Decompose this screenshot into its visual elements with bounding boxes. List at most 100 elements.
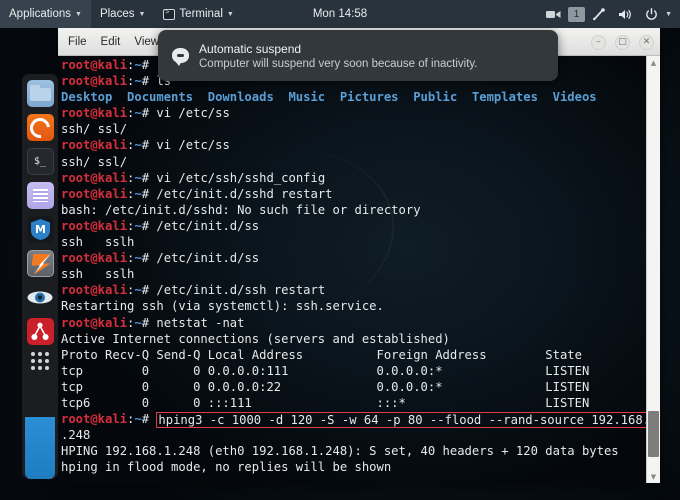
prompt-user: root@kali <box>61 283 128 298</box>
grid-dot <box>45 359 49 363</box>
prompt-user: root@kali <box>61 186 128 201</box>
notification-popup[interactable]: Automatic suspend Computer will suspend … <box>158 30 558 81</box>
prompt-hash: # <box>141 58 150 72</box>
terminal-command-line: root@kali:~# /etc/init.d/ss <box>61 218 646 234</box>
prompt-path: ~ <box>134 186 142 201</box>
desktop-root: Applications ▼ Places ▼ Terminal ▼ Mon 1… <box>0 0 680 500</box>
terminal-output-line: ssh/ ssl/ <box>61 154 128 169</box>
scrollbar-thumb[interactable] <box>648 411 659 457</box>
terminal-canvas[interactable]: root@kali:~# root@kali:~# ls Desktop Docum… <box>58 56 660 483</box>
grid-dot <box>38 352 42 356</box>
workspace-indicator[interactable]: 1 <box>568 6 586 22</box>
terminal-output-line: bash: /etc/init.d/sshd: No such file or … <box>61 202 421 217</box>
maximize-button[interactable]: □ <box>615 34 630 50</box>
menu-item-edit[interactable]: Edit <box>101 36 121 48</box>
chevron-down-icon: ▼ <box>75 10 82 18</box>
dock-item-maltego[interactable] <box>26 318 54 345</box>
notification-body: Computer will suspend very soon because … <box>199 57 478 70</box>
network-icon[interactable] <box>587 6 611 23</box>
highlighted-command: hping3 -c 1000 -d 120 -S -w 64 -p 80 --f… <box>156 412 660 429</box>
minimize-button[interactable]: – <box>591 34 606 50</box>
dock-item-text-editor[interactable] <box>26 182 54 209</box>
places-menu-label: Places <box>99 8 135 20</box>
terminal-command-line: root@kali:~# vi /etc/ss <box>61 105 646 121</box>
scroll-down-arrow-icon[interactable]: ▼ <box>647 470 660 483</box>
prompt-path: ~ <box>134 138 142 153</box>
terminal-output-line: .248 <box>61 428 91 443</box>
prompt-user: root@kali <box>61 106 128 121</box>
prompt-hash: # <box>141 170 150 185</box>
prompt-hash: # <box>141 412 150 427</box>
menu-item-file[interactable]: File <box>68 36 87 48</box>
window-menubar: File Edit View <box>68 28 159 56</box>
prompt-path: ~ <box>134 218 142 233</box>
grid-dot <box>45 366 49 370</box>
terminal-command-line: root@kali:~# vi /etc/ss <box>61 137 646 153</box>
prompt-path: ~ <box>134 58 142 72</box>
terminal-command: /etc/init.d/ssh restart <box>149 283 326 298</box>
top-panel: Applications ▼ Places ▼ Terminal ▼ Mon 1… <box>0 0 680 28</box>
grid-dot <box>38 366 42 370</box>
prompt-path: ~ <box>134 412 142 427</box>
terminal-output-line: tcp 0 0 0.0.0.0:22 0.0.0.0:* LISTEN <box>61 379 590 394</box>
menu-item-view[interactable]: View <box>134 36 159 48</box>
terminal-output-line: HPING 192.168.1.248 (eth0 192.168.1.248)… <box>61 444 619 459</box>
prompt-user: root@kali <box>61 315 128 330</box>
prompt-user: root@kali <box>61 170 128 185</box>
terminal-command-line: root@kali:~# /etc/init.d/ssh restart <box>61 282 646 298</box>
applications-menu[interactable]: Applications ▼ <box>0 0 91 28</box>
terminal-output-line: hping in flood mode, no replies will be … <box>61 460 392 475</box>
prompt-path: ~ <box>134 283 142 298</box>
prompt-hash: # <box>141 283 150 298</box>
tray-chevron-down-icon[interactable]: ▼ <box>665 11 672 18</box>
places-menu[interactable]: Places ▼ <box>91 0 154 28</box>
dock-item-firefox[interactable] <box>26 114 54 141</box>
terminal-window-menu[interactable]: Terminal ▼ <box>154 0 242 28</box>
prompt-path: ~ <box>134 170 142 185</box>
terminal-command: /etc/init.d/sshd restart <box>149 186 333 201</box>
grid-dot <box>38 359 42 363</box>
power-icon[interactable] <box>640 6 663 23</box>
terminal-command: vi /etc/ssh/sshd_config <box>149 170 326 185</box>
dock-item-files[interactable] <box>26 80 54 107</box>
terminal-output: root@kali:~# root@kali:~# ls Desktop Docum… <box>61 57 660 483</box>
notification-title: Automatic suspend <box>199 41 302 56</box>
terminal-scrollbar[interactable]: ▲ ▼ <box>646 56 660 483</box>
dock-item-show-apps[interactable] <box>27 352 54 379</box>
scroll-up-arrow-icon[interactable]: ▲ <box>647 56 660 69</box>
dock-item-metasploit[interactable]: M <box>26 216 54 243</box>
chat-bubble-icon <box>172 48 189 66</box>
terminal-output-line: ssh/ ssl/ <box>61 122 128 137</box>
prompt-path: ~ <box>134 106 142 121</box>
prompt-user: root@kali <box>61 218 128 233</box>
prompt-path: ~ <box>134 251 142 266</box>
dock-item-burpsuite[interactable] <box>26 250 54 277</box>
prompt-hash: # <box>141 138 150 153</box>
terminal-window-label: Terminal <box>179 8 223 20</box>
terminal-directory-listing: Desktop Documents Downloads Music Pictur… <box>61 90 597 105</box>
notification-text: Automatic suspend Computer will suspend … <box>199 42 477 70</box>
terminal-output-line: ssh sslh <box>61 267 135 282</box>
prompt-path: ~ <box>134 74 142 89</box>
terminal-command-line: root@kali:~# /etc/init.d/ss <box>61 250 646 266</box>
terminal-output-line: Proto Recv-Q Send-Q Local Address Foreig… <box>61 347 582 362</box>
prompt-hash: # <box>141 74 150 89</box>
chevron-down-icon: ▼ <box>226 10 234 18</box>
terminal-output-line: Active Internet connections (servers and… <box>61 331 450 346</box>
dock-item-wireshark[interactable] <box>27 284 54 311</box>
terminal-command-line: root@kali:~# /etc/init.d/sshd restart <box>61 186 646 202</box>
volume-icon[interactable] <box>613 6 638 23</box>
grid-dot <box>31 366 35 370</box>
close-button[interactable]: ✕ <box>639 34 654 50</box>
terminal-command-line: root@kali:~# vi /etc/ssh/sshd_config <box>61 170 646 186</box>
screencast-icon[interactable] <box>541 7 566 22</box>
terminal-command: vi /etc/ss <box>149 106 230 121</box>
dock-item-terminal[interactable]: $_ <box>26 148 54 175</box>
chevron-down-icon: ▼ <box>138 10 146 18</box>
terminal-command-line: root@kali:~# netstat -nat <box>61 315 646 331</box>
prompt-user: root@kali <box>61 138 128 153</box>
prompt-user: root@kali <box>61 74 128 89</box>
chat-bubble-dots <box>177 54 184 57</box>
terminal-output-line: tcp 0 0 0.0.0.0:111 0.0.0.0:* LISTEN <box>61 363 590 378</box>
